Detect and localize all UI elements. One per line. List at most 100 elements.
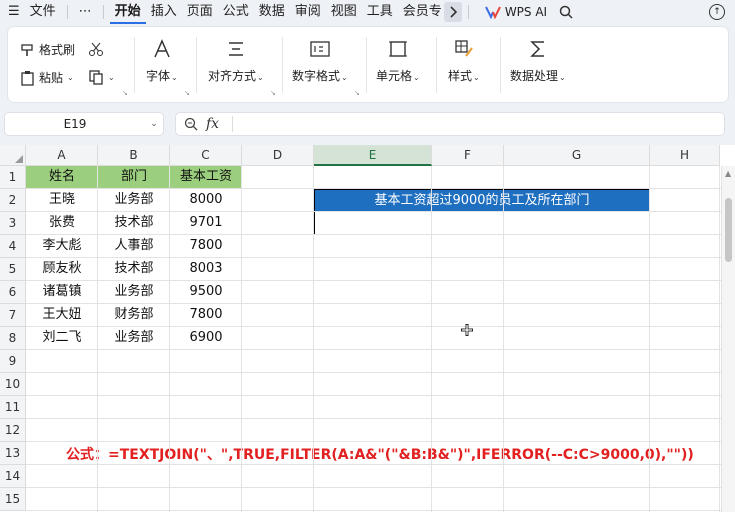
table-cell[interactable]: 张费 [26,212,98,235]
menu-insert[interactable]: 插入 [146,0,182,24]
row-header-11[interactable]: 11 [0,396,26,419]
table-cell[interactable]: 诸葛镇 [26,281,98,304]
table-cell[interactable]: 王晓 [26,189,98,212]
column-header-e[interactable]: E [314,145,432,166]
row-header-14[interactable]: 14 [0,465,26,488]
table-cell[interactable]: 8003 [170,258,242,281]
menu-data[interactable]: 数据 [254,0,290,24]
font-label: 字体 [146,69,171,83]
font-button[interactable]: 字体⌄ [146,39,178,84]
wps-ai-button[interactable]: WPS AI [484,5,547,19]
row-header-13[interactable]: 13 [0,442,26,465]
menu-file[interactable]: 文件 [25,0,61,24]
column-header-b[interactable]: B [98,145,170,166]
row-header-10[interactable]: 10 [0,373,26,396]
menu-member[interactable]: 会员专 [398,0,442,24]
table-cell[interactable]: 技术部 [98,212,170,235]
column-header-g[interactable]: G [504,145,650,166]
ribbon-divider [436,37,437,93]
cloud-sync-icon[interactable]: ↑ [709,4,725,20]
scrollbar-thumb[interactable] [725,198,732,262]
data-process-button[interactable]: 数据处理⌄ [510,39,566,84]
data-process-label: 数据处理 [510,69,559,83]
column-header-f[interactable]: F [432,145,504,166]
row-header-9[interactable]: 9 [0,350,26,373]
vertical-scrollbar[interactable]: ▲ [721,166,735,512]
row-gridline [26,326,726,327]
fx-icon[interactable]: fx [206,116,228,132]
row-header-2[interactable]: 2 [0,189,26,212]
row-header-7[interactable]: 7 [0,304,26,327]
table-cell[interactable]: 王大妞 [26,304,98,327]
table-cell[interactable]: 顾友秋 [26,258,98,281]
table-cell[interactable]: 9701 [170,212,242,235]
style-button[interactable]: 样式⌄ [448,39,480,84]
formula-bar[interactable]: fx [175,112,725,136]
row-header-4[interactable]: 4 [0,235,26,258]
table-cell[interactable]: 刘二飞 [26,327,98,350]
row-header-15[interactable]: 15 [0,488,26,511]
column-header-c[interactable]: C [170,145,242,166]
menu-tools[interactable]: 工具 [362,0,398,24]
row-gridline [26,418,726,419]
dialog-launcher-icon[interactable]: ↘ [184,89,190,97]
row-header-3[interactable]: 3 [0,212,26,235]
format-painter-icon [20,42,36,58]
search-icon[interactable] [559,5,573,19]
table-cell[interactable]: 技术部 [98,258,170,281]
menu-hamburger-icon[interactable]: ☰ [0,0,25,24]
dialog-launcher-icon[interactable]: ↘ [270,89,276,97]
menu-page[interactable]: 页面 [182,0,218,24]
table-cell[interactable]: 财务部 [98,304,170,327]
align-button[interactable]: 对齐方式⌄ [208,39,264,84]
menu-home[interactable]: 开始 [109,0,146,24]
spreadsheet-grid[interactable]: 公式：=TEXTJOIN("、",TRUE,FILTER(A:A&"("&B:B… [0,145,735,512]
row-header-8[interactable]: 8 [0,327,26,350]
chevron-down-icon[interactable]: ⌄ [145,119,163,129]
cut-button[interactable] [88,41,104,57]
result-title-cell[interactable]: 基本工资超过9000的员工及所在部门 [314,189,650,212]
table-cell[interactable]: 业务部 [98,327,170,350]
menu-more[interactable]: ⋯ [74,0,97,24]
menu-view[interactable]: 视图 [326,0,362,24]
column-header-d[interactable]: D [242,145,314,166]
row-header-6[interactable]: 6 [0,281,26,304]
table-cell[interactable]: 李大彪 [26,235,98,258]
table-cell[interactable]: 6900 [170,327,242,350]
menu-review[interactable]: 审阅 [290,0,326,24]
dialog-launcher-icon[interactable]: ↘ [354,89,360,97]
table-cell[interactable]: 人事部 [98,235,170,258]
copy-button[interactable]: ⌄ [88,69,115,85]
name-box[interactable]: E19 ⌄ [4,112,164,136]
table-cell[interactable]: 业务部 [98,281,170,304]
zoom-icon[interactable] [176,117,206,131]
table-cell[interactable]: 业务部 [98,189,170,212]
chevron-down-icon: ⌄ [171,73,178,82]
row-header-1[interactable]: 1 [0,166,26,189]
row-gridline [26,234,726,235]
paste-button[interactable]: 粘贴 ⌄ [20,69,74,86]
table-cell[interactable]: 7800 [170,304,242,327]
select-all-corner[interactable] [0,145,26,166]
menu-scroll-right-button[interactable] [443,2,462,22]
row-header-12[interactable]: 12 [0,419,26,442]
table-header-cell[interactable]: 姓名 [26,166,98,189]
row-gridline [26,464,726,465]
paste-icon [20,70,36,86]
table-cell[interactable]: 8000 [170,189,242,212]
cell-button[interactable]: 单元格⌄ [376,39,420,84]
table-cell[interactable]: 9500 [170,281,242,304]
number-format-button[interactable]: 数字格式⌄ [292,39,348,84]
table-header-cell[interactable]: 基本工资 [170,166,242,189]
format-painter-button[interactable]: 格式刷 [20,41,75,58]
table-cell[interactable]: 7800 [170,235,242,258]
table-header-cell[interactable]: 部门 [98,166,170,189]
column-header-h[interactable]: H [650,145,720,166]
column-header-a[interactable]: A [26,145,98,166]
menu-formula[interactable]: 公式 [218,0,254,24]
row-header-5[interactable]: 5 [0,258,26,281]
result-value-cell[interactable] [314,211,650,235]
scroll-up-icon[interactable]: ▲ [725,169,731,178]
dialog-launcher-icon[interactable]: ↘ [122,89,128,97]
col-gridline [313,166,314,512]
